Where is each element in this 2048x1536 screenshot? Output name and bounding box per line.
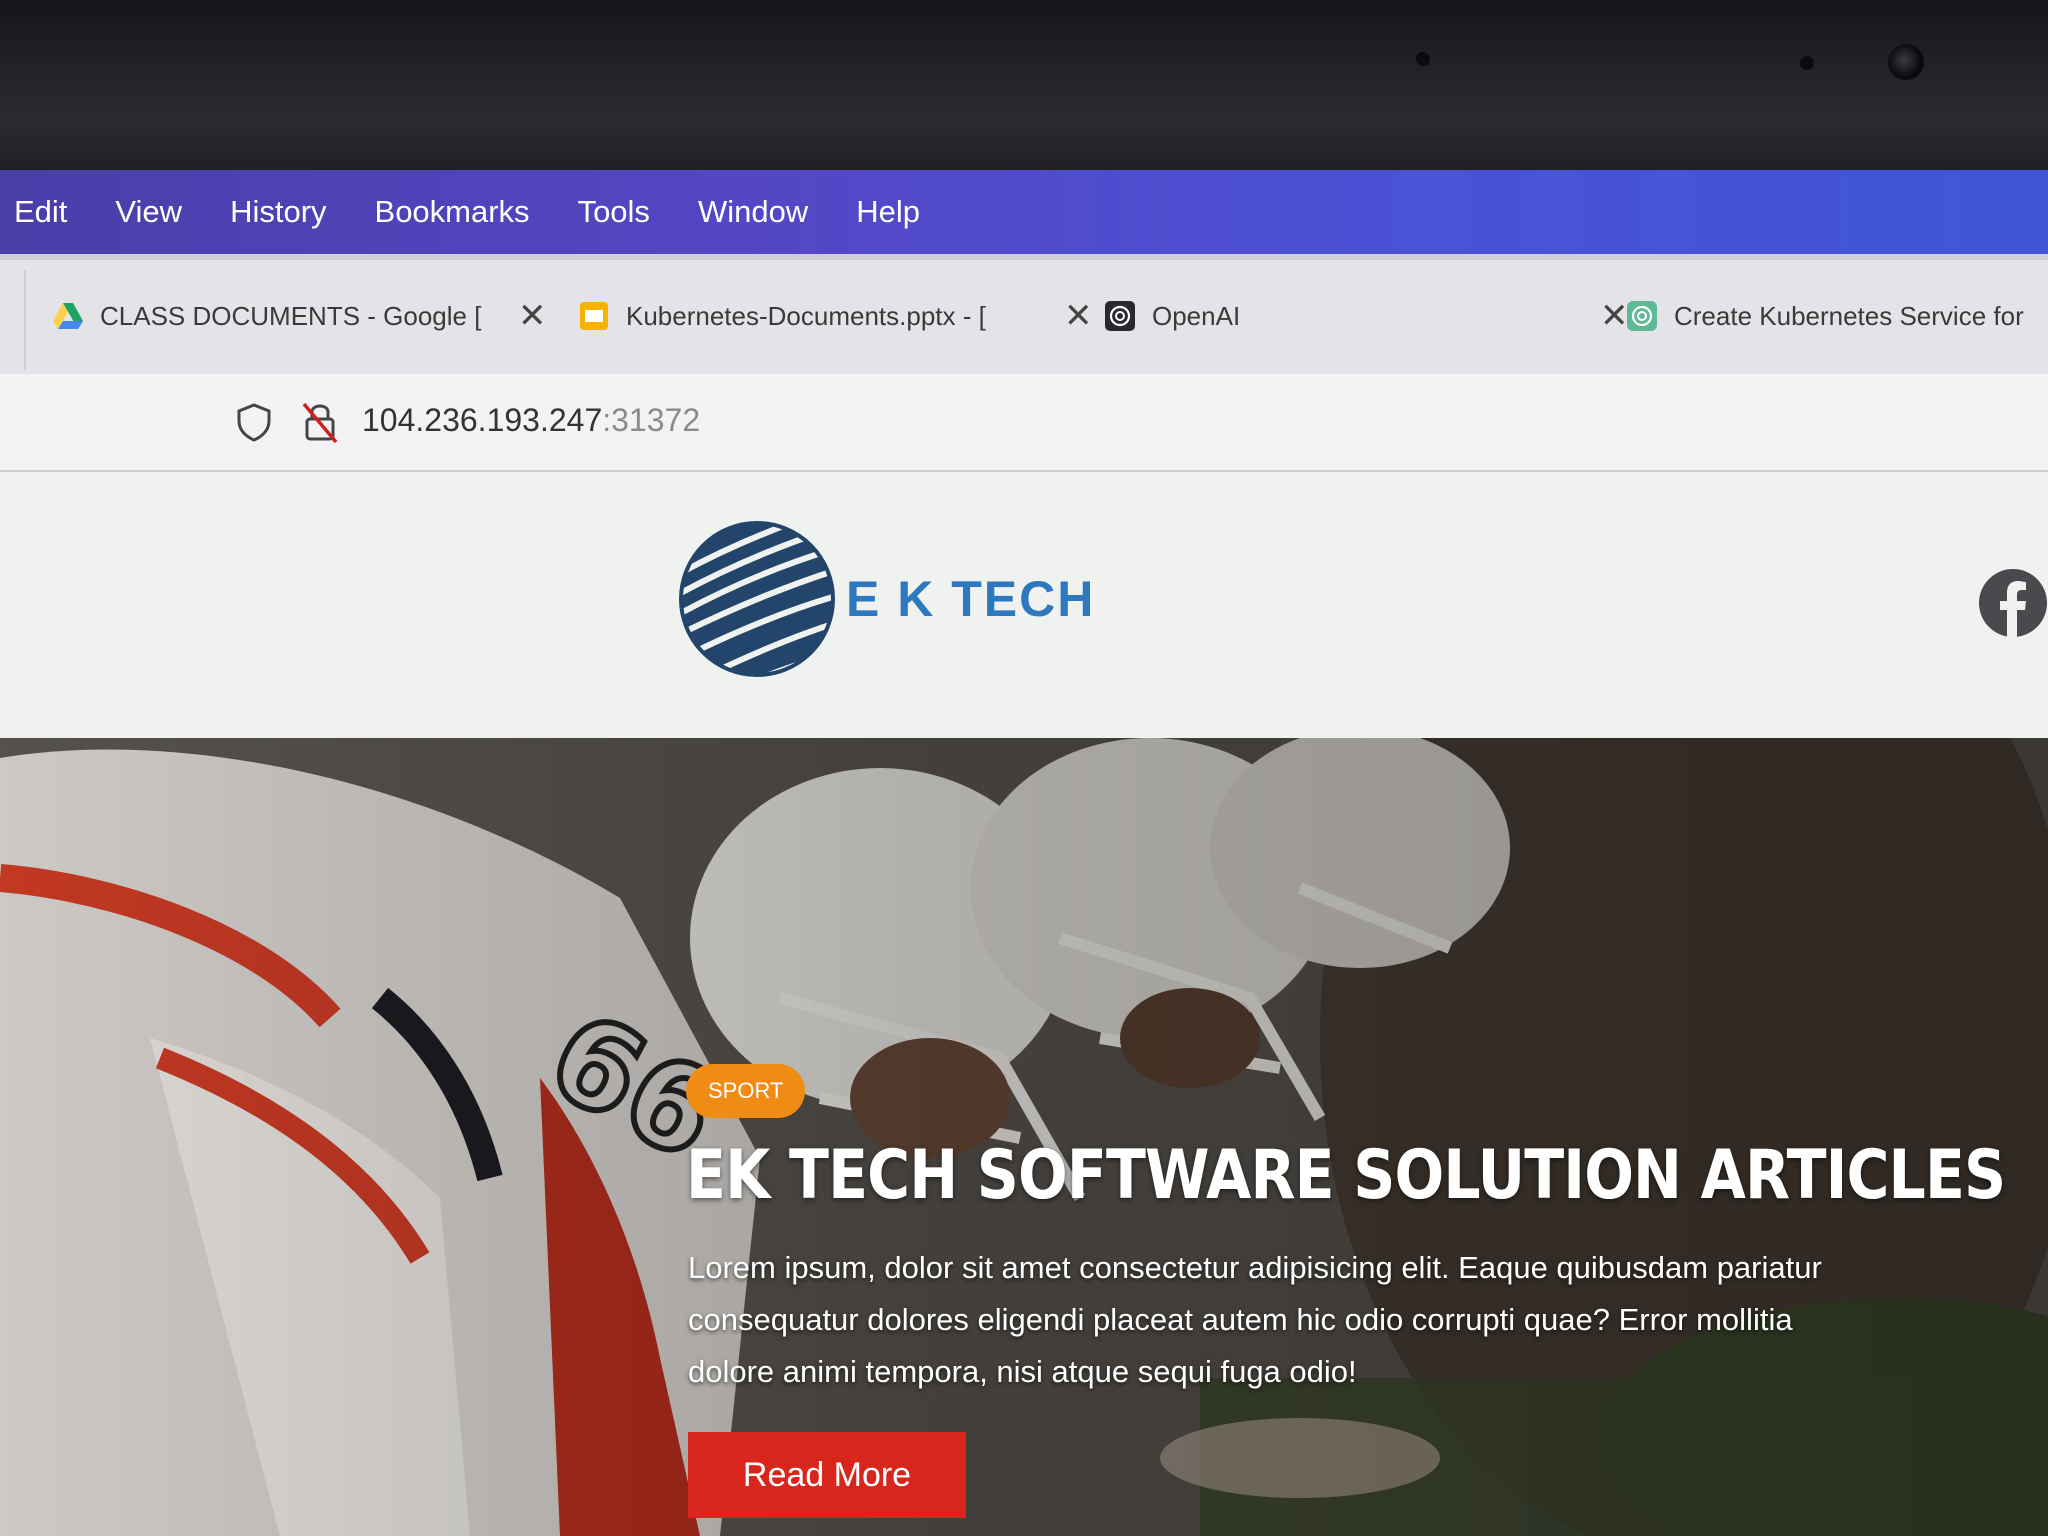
shield-icon[interactable] bbox=[234, 402, 274, 442]
menu-history[interactable]: History bbox=[230, 194, 326, 230]
close-icon[interactable]: ✕ bbox=[518, 296, 547, 336]
site-header: E K TECH bbox=[0, 472, 2048, 738]
menu-bookmarks[interactable]: Bookmarks bbox=[375, 194, 530, 230]
monitor-bezel bbox=[0, 0, 2048, 170]
tab-title: Create Kubernetes Service for bbox=[1674, 300, 2024, 331]
menu-help[interactable]: Help bbox=[856, 194, 920, 230]
url-host: 104.236.193.247 bbox=[362, 402, 603, 438]
globe-logo-icon[interactable] bbox=[678, 520, 836, 678]
slides-icon bbox=[580, 302, 608, 330]
url-port: :31372 bbox=[602, 402, 701, 438]
chatgpt-icon bbox=[1627, 301, 1657, 331]
bezel-sensor bbox=[1800, 56, 1814, 70]
tab-create-kubernetes-service[interactable]: Create Kubernetes Service for bbox=[1626, 284, 2048, 348]
address-bar[interactable]: 104.236.193.247:31372 bbox=[0, 374, 2048, 472]
category-badge[interactable]: SPORT bbox=[686, 1064, 806, 1118]
tab-title: CLASS DOCUMENTS - Google [ bbox=[100, 300, 482, 331]
hero-banner: 66 SPORT EK TECH SOFTWARE SOLUTION ARTIC… bbox=[0, 738, 2048, 1536]
read-more-button[interactable]: Read More bbox=[688, 1432, 966, 1518]
insecure-lock-icon[interactable] bbox=[300, 400, 340, 444]
tab-class-documents[interactable]: CLASS DOCUMENTS - Google [ ✕ bbox=[52, 284, 547, 348]
menu-edit[interactable]: Edit bbox=[14, 194, 67, 230]
menu-window[interactable]: Window bbox=[698, 194, 808, 230]
hero-title: EK TECH SOFTWARE SOLUTION ARTICLES bbox=[686, 1136, 2006, 1215]
app-menu-bar: Edit View History Bookmarks Tools Window… bbox=[0, 170, 2048, 254]
close-icon[interactable]: ✕ bbox=[1600, 296, 1629, 336]
facebook-icon[interactable] bbox=[1978, 568, 2048, 638]
webcam bbox=[1888, 44, 1924, 80]
hero-description: Lorem ipsum, dolor sit amet consectetur … bbox=[688, 1250, 1822, 1389]
site-logo-text[interactable]: E K TECH bbox=[846, 570, 1095, 628]
tab-title: Kubernetes-Documents.pptx - [ bbox=[626, 300, 986, 331]
google-drive-icon bbox=[53, 303, 83, 329]
menu-tools[interactable]: Tools bbox=[578, 194, 650, 230]
tab-openai[interactable]: OpenAI ✕ bbox=[1104, 284, 1629, 348]
menu-view[interactable]: View bbox=[115, 194, 182, 230]
browser-tab-strip: CLASS DOCUMENTS - Google [ ✕ Kubernetes-… bbox=[0, 254, 2048, 380]
url-text[interactable]: 104.236.193.247:31372 bbox=[362, 402, 700, 439]
bezel-sensor bbox=[1416, 52, 1430, 66]
tab-title: OpenAI bbox=[1152, 300, 1241, 331]
tab-kubernetes-documents[interactable]: Kubernetes-Documents.pptx - [ ✕ bbox=[578, 284, 1093, 348]
openai-icon bbox=[1105, 301, 1135, 331]
tab-divider bbox=[24, 270, 26, 370]
close-icon[interactable]: ✕ bbox=[1064, 296, 1093, 336]
